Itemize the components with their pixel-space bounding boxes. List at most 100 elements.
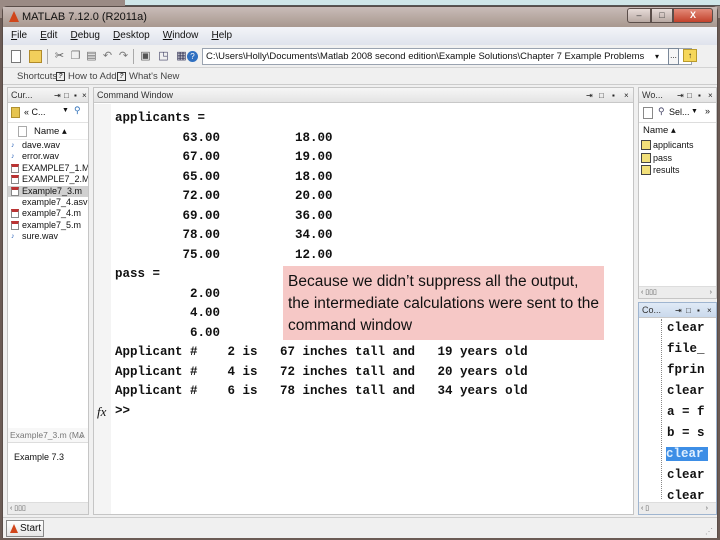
history-entry[interactable]: file_ (667, 342, 705, 356)
history-entry[interactable]: fprin (667, 363, 705, 377)
current-folder-input[interactable]: C:\Users\Holly\Documents\Matlab 2008 sec… (202, 48, 692, 65)
pin-icon[interactable]: ▪ (698, 88, 701, 103)
folder-icon (11, 107, 20, 118)
cut-icon[interactable]: ✂ (53, 50, 66, 63)
maximize-panel-icon[interactable]: □ (686, 303, 691, 318)
history-entry[interactable]: a = f (667, 405, 705, 419)
folder-breadcrumb[interactable]: « C... (24, 107, 46, 117)
menu-help[interactable]: Help (211, 27, 232, 45)
plot-select-icon[interactable]: ⚲ (658, 106, 665, 117)
file-item[interactable]: example7_4.m (8, 208, 88, 219)
file-item[interactable]: example7_5.m (8, 220, 88, 231)
file-item[interactable]: EXAMPLE7_1.M (8, 163, 88, 174)
variable-name: results (653, 165, 680, 175)
paste-icon[interactable]: ▤ (85, 50, 98, 63)
simulink-icon[interactable]: ▣ (139, 50, 152, 63)
details-text: Example 7.3 (14, 452, 65, 462)
menu-desktop[interactable]: Desktop (113, 27, 150, 45)
matlab-logo-icon (10, 524, 18, 533)
pin-icon[interactable]: ▪ (697, 303, 700, 318)
annotation-callout: Because we didn’t suppress all the outpu… (283, 266, 604, 340)
undock-icon[interactable]: ⇥ (54, 88, 61, 103)
history-entry[interactable]: clear (666, 447, 708, 461)
dropdown-icon[interactable]: ▼ (691, 108, 698, 115)
details-toggle-icon[interactable]: ⌄ (78, 428, 85, 443)
undock-icon[interactable]: ⇥ (675, 303, 682, 318)
start-button[interactable]: Start (6, 520, 44, 537)
help-icon[interactable]: ? (187, 51, 198, 62)
fx-function-browser-icon[interactable]: fx (97, 404, 106, 420)
new-file-icon[interactable] (11, 50, 21, 63)
menu-debug[interactable]: Debug (70, 27, 99, 45)
browse-folder-button[interactable]: ... (668, 48, 679, 65)
output-line: Applicant # 4 is 72 inches tall and 20 y… (115, 364, 528, 379)
file-name: example7_4.asv (22, 196, 88, 207)
breadcrumb-dropdown-icon[interactable]: ▼ (62, 107, 69, 114)
workspace-variable[interactable]: pass (639, 152, 716, 165)
file-icon (11, 198, 19, 207)
maximize-panel-icon[interactable]: □ (64, 88, 69, 103)
horizontal-scrollbar[interactable]: ‹ ▯▯▯ › (639, 286, 716, 298)
name-column-header[interactable]: Name ▴ (639, 123, 716, 139)
variable-icon (641, 165, 651, 175)
path-dropdown-icon[interactable]: ▾ (655, 48, 665, 65)
file-item[interactable]: ♪ dave.wav (8, 140, 88, 151)
name-column-header[interactable]: Name ▴ (8, 123, 88, 140)
minimize-button[interactable]: – (627, 8, 651, 23)
close-button[interactable]: X (673, 8, 713, 23)
menu-edit[interactable]: Edit (40, 27, 57, 45)
workspace-variable[interactable]: results (639, 164, 716, 177)
command-output[interactable]: applicants = 63.00 18.00 67.00 19.00 65.… (94, 104, 633, 514)
close-panel-icon[interactable]: × (707, 303, 712, 318)
shortcut-how-to-add[interactable]: ? How to Add (56, 71, 117, 82)
history-entry[interactable]: b = s (667, 426, 705, 440)
guide-icon[interactable]: ◳ (157, 50, 170, 63)
output-line: 6.00 (115, 325, 221, 340)
details-header[interactable]: Example7_3.m (MA ⌄ (8, 428, 88, 443)
output-line: applicants = (115, 111, 206, 125)
details-title: Example7_3.m (MA (10, 430, 85, 440)
output-line: 69.00 36.00 (115, 208, 333, 223)
horizontal-scrollbar[interactable]: ‹ ▯▯▯ (8, 502, 88, 514)
plot-select-dropdown[interactable]: Sel... (669, 107, 690, 117)
panel-title: Command Window (97, 90, 174, 100)
copy-icon[interactable]: ❐ (69, 50, 82, 63)
output-line: 2.00 (115, 286, 221, 301)
file-item[interactable]: example7_4.asv (8, 197, 88, 208)
maximize-button[interactable]: □ (651, 8, 673, 23)
undock-icon[interactable]: ⇥ (586, 88, 593, 103)
shortcut-help-icon: ? (56, 71, 65, 81)
shortcut-whats-new[interactable]: ? What's New (117, 71, 179, 82)
maximize-panel-icon[interactable]: □ (599, 88, 604, 103)
search-icon[interactable]: ⚲ (74, 105, 81, 116)
new-variable-icon[interactable] (643, 107, 653, 119)
m-file-icon (11, 186, 19, 196)
up-folder-icon[interactable]: ↑ (683, 49, 697, 62)
history-entry[interactable]: clear (667, 384, 705, 398)
close-panel-icon[interactable]: × (82, 88, 87, 103)
undo-icon[interactable]: ↶ (101, 50, 114, 63)
variable-icon (641, 140, 651, 150)
file-item[interactable]: Example7_3.m (8, 185, 88, 197)
horizontal-scrollbar[interactable]: ‹ ▯ › (639, 502, 716, 514)
menu-window[interactable]: Window (163, 27, 199, 45)
more-icon[interactable]: » (705, 106, 710, 116)
pin-icon[interactable]: ▪ (612, 88, 615, 103)
file-name: Example7_3.m (22, 185, 83, 196)
undock-icon[interactable]: ⇥ (677, 88, 684, 103)
file-item[interactable]: ♪ error.wav (8, 151, 88, 162)
history-entry[interactable]: clear (667, 468, 705, 482)
maximize-panel-icon[interactable]: □ (687, 88, 692, 103)
close-panel-icon[interactable]: × (624, 88, 629, 103)
resize-grip-icon[interactable]: ⋰ (705, 527, 713, 536)
close-panel-icon[interactable]: × (708, 88, 713, 103)
pin-icon[interactable]: ▪ (74, 88, 77, 103)
workspace-variable[interactable]: applicants (639, 139, 716, 152)
file-item[interactable]: ♪ sure.wav (8, 231, 88, 242)
file-item[interactable]: EXAMPLE7_2.M (8, 174, 88, 185)
open-folder-icon[interactable] (29, 50, 42, 63)
history-entry[interactable]: clear (667, 489, 705, 503)
history-entry[interactable]: clear (667, 321, 705, 335)
menu-file[interactable]: File (11, 27, 27, 45)
redo-icon[interactable]: ↷ (117, 50, 130, 63)
